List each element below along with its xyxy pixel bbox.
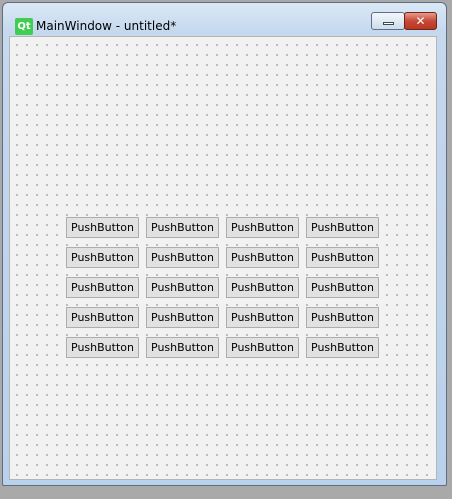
main-window: Qt MainWindow - untitled* ✕ PushButton P…	[2, 2, 447, 486]
push-button-r3c2[interactable]: PushButton	[146, 277, 219, 298]
form-canvas[interactable]: PushButton PushButton PushButton PushBut…	[9, 36, 437, 480]
push-button-r3c4[interactable]: PushButton	[306, 277, 379, 298]
push-button-r4c4[interactable]: PushButton	[306, 307, 379, 328]
close-button[interactable]: ✕	[404, 12, 437, 30]
push-button-r2c4[interactable]: PushButton	[306, 247, 379, 268]
push-button-r2c3[interactable]: PushButton	[226, 247, 299, 268]
window-title: MainWindow - untitled*	[36, 19, 177, 33]
push-button-r4c2[interactable]: PushButton	[146, 307, 219, 328]
push-button-r1c3[interactable]: PushButton	[226, 217, 299, 238]
push-button-r2c2[interactable]: PushButton	[146, 247, 219, 268]
push-button-r2c1[interactable]: PushButton	[66, 247, 139, 268]
push-button-r5c1[interactable]: PushButton	[66, 337, 139, 358]
push-button-r5c2[interactable]: PushButton	[146, 337, 219, 358]
push-button-r3c3[interactable]: PushButton	[226, 277, 299, 298]
minimize-button[interactable]	[371, 12, 405, 30]
minimize-icon	[383, 22, 394, 25]
push-button-r4c1[interactable]: PushButton	[66, 307, 139, 328]
push-button-r1c4[interactable]: PushButton	[306, 217, 379, 238]
push-button-r4c3[interactable]: PushButton	[226, 307, 299, 328]
push-button-r1c1[interactable]: PushButton	[66, 217, 139, 238]
close-icon: ✕	[415, 14, 426, 28]
push-button-r5c3[interactable]: PushButton	[226, 337, 299, 358]
push-button-r3c1[interactable]: PushButton	[66, 277, 139, 298]
push-button-r5c4[interactable]: PushButton	[306, 337, 379, 358]
qt-logo-icon: Qt	[15, 18, 33, 35]
push-button-r1c2[interactable]: PushButton	[146, 217, 219, 238]
title-bar[interactable]: Qt MainWindow - untitled* ✕	[3, 3, 446, 37]
